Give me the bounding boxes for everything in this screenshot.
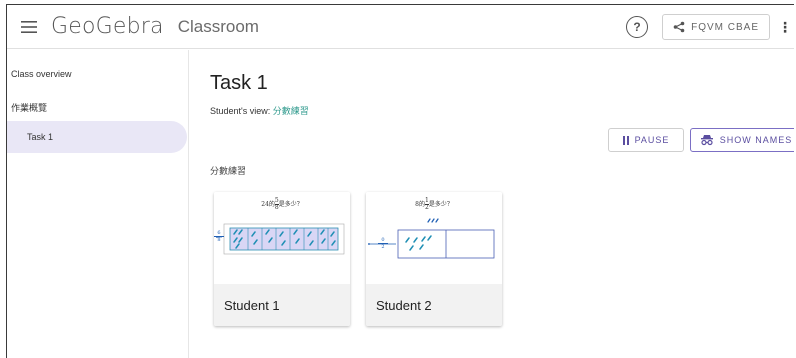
top-app-bar: GeoGebra Classroom ? FQVM CBAE ⋮ [7,5,794,49]
sidebar-item-class-overview[interactable]: Class overview [11,69,72,79]
student-work-thumbnail: 24的 5 8 是多少？ 6 8 [214,192,350,284]
sidebar: Class overview 作業概覽 Task 1 [7,50,189,358]
sidebar-item-task-1[interactable]: Task 1 [7,121,187,153]
student-view-link[interactable]: 分數練習 [273,106,309,116]
axis-fraction: 68 [214,230,224,243]
incognito-icon [700,135,713,146]
app-window: GeoGebra Classroom ? FQVM CBAE ⋮ Class o… [6,4,794,358]
page-title: Task 1 [210,72,268,94]
section-label: 分數練習 [210,166,247,176]
pause-icon [622,135,629,145]
sidebar-item-homework-overview[interactable]: 作業概覽 [11,101,47,114]
axis-fraction: 02 [378,237,388,250]
share-button[interactable]: FQVM CBAE [662,14,770,40]
more-vert-icon[interactable]: ⋮ [776,12,794,42]
share-icon [673,21,685,33]
geogebra-logo[interactable]: GeoGebra [51,14,164,39]
student-card[interactable]: 24的 5 8 是多少？ 6 8 Student 1 [214,192,350,326]
fraction-bar-drawing [216,223,345,255]
student-name: Student 2 [366,284,502,326]
menu-icon[interactable] [7,5,51,49]
student-name: Student 1 [214,284,350,326]
student-work-thumbnail: 8的 1 2 是多少？ 02 [366,192,502,284]
show-names-label: SHOW NAMES [719,135,793,145]
student-view-label: Student's view: [210,106,271,116]
share-code: FQVM CBAE [691,21,759,33]
app-title: Classroom [177,16,259,36]
sidebar-item-label: Task 1 [27,132,54,142]
show-names-button[interactable]: SHOW NAMES [690,128,794,152]
student-view-line: Student's view: 分數練習 [210,104,309,117]
pause-label: PAUSE [634,135,670,145]
pause-button[interactable]: PAUSE [608,128,684,152]
main-content: Task 1 Student's view: 分數練習 PAUSE SHOW N… [190,50,794,358]
student-card[interactable]: 8的 1 2 是多少？ 02 Student 2 [366,192,502,326]
help-icon[interactable]: ? [626,16,649,38]
